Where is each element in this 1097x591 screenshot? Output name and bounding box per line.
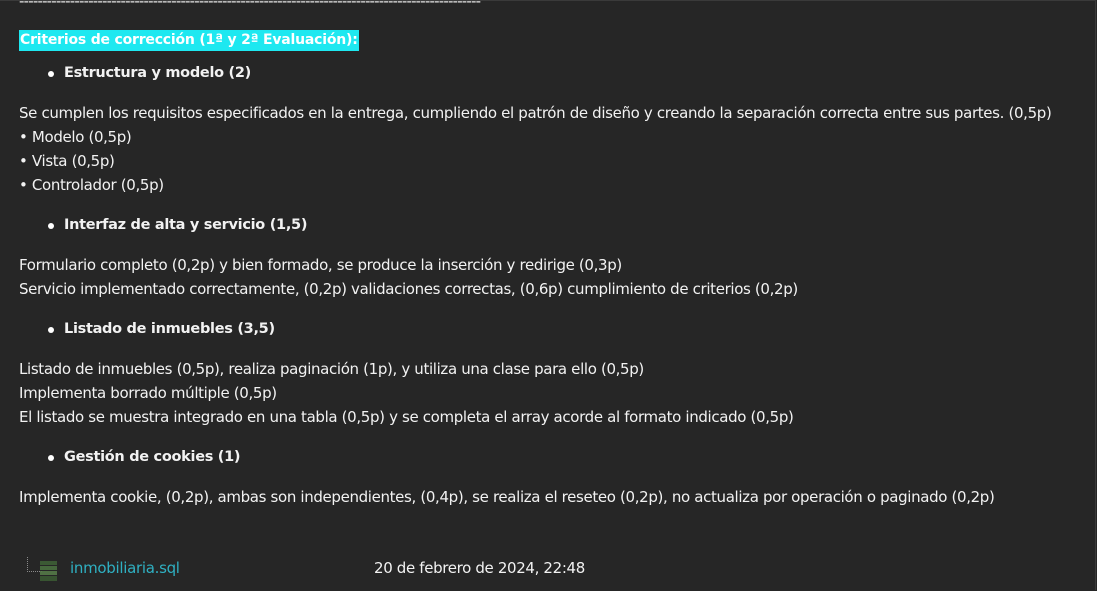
criterion-title: Estructura y modelo (2) <box>19 61 1095 85</box>
bullet-icon <box>48 71 54 77</box>
criterion-title-text: Gestión de cookies (1) <box>64 449 241 465</box>
sql-file-icon <box>40 561 57 581</box>
criterion-title: Gestión de cookies (1) <box>19 445 1095 469</box>
separator-line: ----------------------------------------… <box>19 0 481 10</box>
criteria-heading-row: Criterios de corrección (1ª y 2ª Evaluac… <box>19 30 1095 52</box>
criterion-line: Implementa cookie, (0,2p), ambas son ind… <box>19 488 995 506</box>
criteria-list: Estructura y modelo (2) Se cumplen los r… <box>19 61 1095 509</box>
criterion-title-text: Interfaz de alta y servicio (1,5) <box>64 217 308 233</box>
criterion-details: Formulario completo (0,2p) y bien formad… <box>19 253 1095 301</box>
criterion-line: • Modelo (0,5p) <box>19 128 132 146</box>
bullet-icon <box>48 455 54 461</box>
criterion-title-text: Listado de inmuebles (3,5) <box>64 321 275 337</box>
criteria-heading: Criterios de corrección (1ª y 2ª Evaluac… <box>19 30 359 51</box>
submission-text: ----------------------------------------… <box>19 0 1095 509</box>
criterion-line: Listado de inmuebles (0,5p), realiza pag… <box>19 360 644 378</box>
criterion-line: • Controlador (0,5p) <box>19 176 164 194</box>
attachment-date: 20 de febrero de 2024, 22:48 <box>374 559 585 577</box>
criterion-line: El listado se muestra integrado en una t… <box>19 408 794 426</box>
criterion-line: Implementa borrado múltiple (0,5p) <box>19 384 277 402</box>
bullet-icon <box>48 327 54 333</box>
criterion-details: Listado de inmuebles (0,5p), realiza pag… <box>19 357 1095 429</box>
attachment-row: inmobiliaria.sql 20 de febrero de 2024, … <box>0 549 1097 589</box>
criterion-line: Se cumplen los requisitos especificados … <box>19 104 1052 122</box>
criterion-details: Se cumplen los requisitos especificados … <box>19 101 1095 197</box>
attachment-file-link[interactable]: inmobiliaria.sql <box>70 559 180 577</box>
criterion-title: Interfaz de alta y servicio (1,5) <box>19 213 1095 237</box>
criterion-details: Implementa cookie, (0,2p), ambas son ind… <box>19 485 1095 509</box>
criterion-title: Listado de inmuebles (3,5) <box>19 317 1095 341</box>
criterion-title-text: Estructura y modelo (2) <box>64 65 251 81</box>
criterion-line: Formulario completo (0,2p) y bien formad… <box>19 256 622 274</box>
bullet-icon <box>48 223 54 229</box>
criterion-line: Servicio implementado correctamente, (0,… <box>19 280 798 298</box>
criterion-line: • Vista (0,5p) <box>19 152 115 170</box>
